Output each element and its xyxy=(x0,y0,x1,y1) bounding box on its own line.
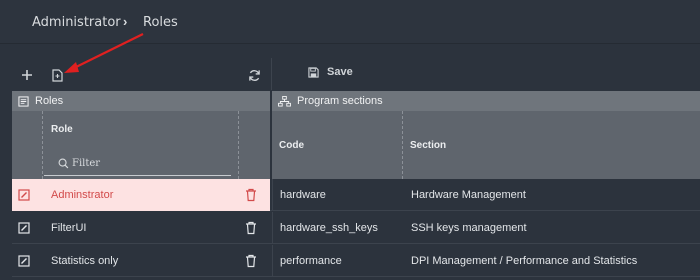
column-divider xyxy=(42,111,43,179)
role-name: Adminstrator xyxy=(51,189,114,201)
role-name: Statistics only xyxy=(51,255,119,267)
section-column-header[interactable]: Section xyxy=(410,140,446,151)
filter-placeholder: Filter xyxy=(72,158,101,169)
role-cell[interactable]: Adminstrator xyxy=(12,179,270,211)
trash-icon[interactable] xyxy=(245,221,257,235)
roles-icon xyxy=(18,95,29,107)
section-name: Hardware Management xyxy=(411,189,526,201)
table-row[interactable]: Statistics only performance DPI Manageme… xyxy=(12,245,700,277)
trash-icon[interactable] xyxy=(245,188,257,202)
section-row-cells[interactable]: hardware Hardware Management xyxy=(272,179,700,211)
role-name: FilterUI xyxy=(51,222,87,234)
edit-icon[interactable] xyxy=(18,189,30,201)
save-label: Save xyxy=(327,66,353,78)
column-divider xyxy=(402,111,403,179)
top-bar: Administrator › Roles xyxy=(0,0,700,44)
role-filter-input[interactable]: Filter xyxy=(44,152,231,176)
roles-panel-title: Roles xyxy=(35,95,64,107)
column-divider xyxy=(238,111,239,179)
sections-panel-title: Program sections xyxy=(297,95,383,107)
roles-panel-header: Roles xyxy=(12,91,270,111)
code-column-header[interactable]: Code xyxy=(279,140,304,151)
edit-icon[interactable] xyxy=(18,255,30,267)
role-column-header[interactable]: Role xyxy=(51,124,73,135)
sections-table-header: Code Section xyxy=(272,111,700,179)
table-row[interactable]: Adminstrator hardware Hardware Managemen… xyxy=(12,179,700,211)
role-cell[interactable]: Statistics only xyxy=(12,245,270,277)
section-code: performance xyxy=(280,255,342,267)
breadcrumb-current: Roles xyxy=(143,15,178,30)
search-icon xyxy=(58,158,69,169)
section-code: hardware xyxy=(280,189,326,201)
breadcrumb-parent[interactable]: Administrator xyxy=(32,15,121,30)
section-row-cells[interactable]: performance DPI Management / Performance… xyxy=(272,245,700,277)
save-icon xyxy=(308,66,319,78)
table-row[interactable]: FilterUI hardware_ssh_keys SSH keys mana… xyxy=(12,212,700,244)
toolbar-divider xyxy=(271,58,272,90)
section-code: hardware_ssh_keys xyxy=(280,222,378,234)
trash-icon[interactable] xyxy=(245,254,257,268)
edit-icon[interactable] xyxy=(18,222,30,234)
role-cell[interactable]: FilterUI xyxy=(12,212,270,244)
section-name: DPI Management / Performance and Statist… xyxy=(411,255,638,267)
section-row-cells[interactable]: hardware_ssh_keys SSH keys management xyxy=(272,212,700,244)
section-name: SSH keys management xyxy=(411,222,527,234)
plus-icon[interactable] xyxy=(18,66,36,84)
chevron-right-icon: › xyxy=(123,14,128,29)
file-icon[interactable] xyxy=(48,66,66,84)
refresh-icon[interactable] xyxy=(244,66,264,84)
save-button[interactable]: Save xyxy=(308,66,353,78)
sections-panel-header: Program sections xyxy=(272,91,700,111)
sitemap-icon xyxy=(278,95,291,107)
